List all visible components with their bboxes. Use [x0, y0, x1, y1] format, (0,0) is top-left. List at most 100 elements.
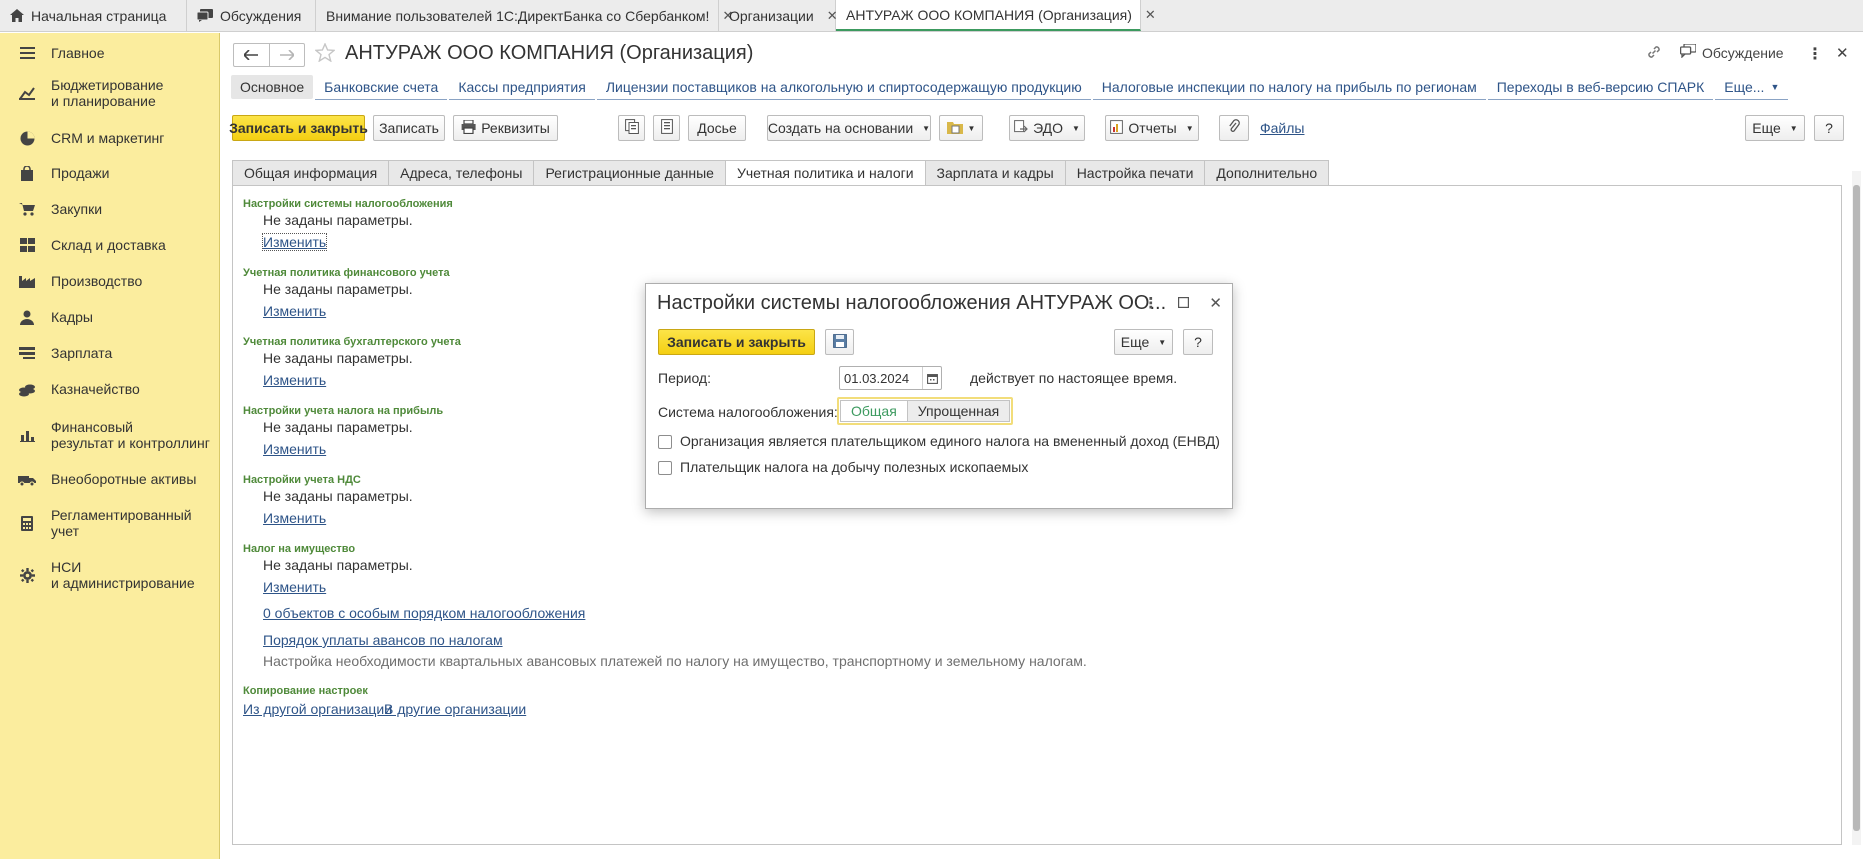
sidebar-item-budgeting[interactable]: Бюджетирование и планирование	[0, 77, 220, 109]
sidebar-item-label: Регламентированный учет	[51, 507, 192, 539]
edo-button[interactable]: ЭДО ▼	[1009, 115, 1085, 141]
tax-option-general[interactable]: Общая	[840, 400, 908, 422]
factory-icon	[18, 272, 36, 290]
favorite-star-icon[interactable]	[314, 42, 336, 65]
navigation-buttons	[233, 43, 305, 67]
sidebar-item-label: Продажи	[51, 165, 110, 181]
sidebar-item-hr[interactable]: Кадры	[0, 307, 220, 327]
tax-option-simplified[interactable]: Упрощенная	[907, 400, 1011, 422]
sections-more-button[interactable]: Еще... ▼	[1715, 75, 1789, 100]
save-button[interactable]: Записать	[373, 115, 445, 141]
save-and-close-button[interactable]: Записать и закрыть	[229, 115, 368, 141]
close-icon[interactable]: ✕	[1145, 7, 1156, 23]
sidebar-item-salary[interactable]: Зарплата	[0, 343, 220, 363]
requisites-button[interactable]: Реквизиты	[453, 115, 558, 141]
period-date-field[interactable]	[839, 366, 942, 390]
special-objects-link[interactable]: 0 объектов с особым порядком налогооблож…	[263, 605, 585, 621]
change-link[interactable]: Изменить	[263, 372, 326, 388]
dialog-save-close-button[interactable]: Записать и закрыть	[658, 329, 815, 355]
sidebar-item-crm[interactable]: CRM и маркетинг	[0, 128, 220, 148]
mining-tax-checkbox-label[interactable]: Плательщик налога на добычу полезных иск…	[680, 459, 1028, 475]
tab-print-settings[interactable]: Настройка печати	[1064, 160, 1205, 186]
sidebar-item-treasury[interactable]: Казначейство	[0, 379, 220, 399]
tab-organizations[interactable]: Организации ✕	[719, 0, 838, 31]
tab-salary-hr[interactable]: Зарплата и кадры	[924, 160, 1065, 186]
envd-checkbox-label[interactable]: Организация является плательщиком единог…	[680, 433, 1220, 449]
more-button[interactable]: Еще ▼	[1745, 115, 1805, 141]
tab-accounting-policy-taxes[interactable]: Учетная политика и налоги	[724, 160, 925, 186]
structure-button[interactable]	[618, 115, 645, 141]
salary-icon	[18, 344, 36, 362]
sidebar-item-purchases[interactable]: Закупки	[0, 199, 220, 219]
dialog-more-button[interactable]: Еще ▼	[1114, 329, 1173, 355]
attach-files-button[interactable]	[1219, 115, 1249, 141]
discussion-button[interactable]: Обсуждение	[1679, 43, 1784, 61]
close-form-icon[interactable]: ✕	[1836, 44, 1849, 62]
copy-to-link[interactable]: В другие организации	[384, 701, 526, 717]
change-link[interactable]: Изменить	[263, 510, 326, 526]
sidebar-item-finance[interactable]: Финансовый результат и контроллинг	[0, 419, 220, 451]
link-icon[interactable]	[1646, 44, 1662, 63]
shopping-bag-icon	[18, 164, 36, 182]
period-input[interactable]	[840, 367, 922, 389]
chat-icon	[197, 9, 213, 22]
tab-additional[interactable]: Дополнительно	[1204, 160, 1330, 186]
reports-button[interactable]: Отчеты ▼	[1105, 115, 1199, 141]
page-title: АНТУРАЖ ООО КОМПАНИЯ (Организация)	[345, 42, 754, 64]
list-button[interactable]	[653, 115, 680, 141]
forward-button[interactable]	[268, 44, 305, 66]
mining-tax-checkbox[interactable]	[658, 461, 672, 475]
section-cash-desks[interactable]: Кассы предприятия	[449, 75, 595, 100]
help-button[interactable]: ?	[1814, 115, 1844, 141]
calendar-icon[interactable]	[922, 367, 941, 389]
change-link[interactable]: Изменить	[263, 303, 326, 319]
sidebar-item-warehouse[interactable]: Склад и доставка	[0, 235, 220, 255]
dialog-save-button[interactable]	[825, 329, 854, 355]
sidebar-item-main[interactable]: Главное	[0, 43, 220, 63]
vertical-scrollbar[interactable]	[1852, 171, 1861, 845]
dossier-button[interactable]: Досье	[688, 115, 746, 141]
section-bank-accounts[interactable]: Банковские счета	[315, 75, 448, 100]
sidebar-item-label: Производство	[51, 273, 143, 289]
change-link[interactable]: Изменить	[263, 579, 326, 595]
dialog-help-button[interactable]: ?	[1183, 329, 1213, 355]
change-link[interactable]: Изменить	[263, 441, 326, 457]
tab-registration-data[interactable]: Регистрационные данные	[533, 160, 725, 186]
sidebar-item-regulated[interactable]: Регламентированный учет	[0, 507, 220, 539]
edo-label: ЭДО	[1033, 120, 1064, 136]
tab-sberbank-notice[interactable]: Внимание пользователей 1С:ДиректБанка со…	[316, 0, 733, 31]
edo-icon	[1014, 120, 1028, 136]
sidebar-item-sales[interactable]: Продажи	[0, 163, 220, 183]
maximize-icon[interactable]	[1178, 296, 1190, 311]
scrollbar-thumb[interactable]	[1853, 185, 1860, 831]
tab-addresses-phones[interactable]: Адреса, телефоны	[388, 160, 534, 186]
envd-checkbox[interactable]	[658, 435, 672, 449]
section-spark[interactable]: Переходы в веб-версию СПАРК	[1487, 75, 1714, 100]
sidebar-item-assets[interactable]: Внеоборотные активы	[0, 469, 220, 489]
tab-discussions[interactable]: Обсуждения	[187, 0, 316, 31]
tab-organization-form[interactable]: АНТУРАЖ ООО КОМПАНИЯ (Организация) ✕	[836, 0, 1156, 31]
tax-system-label: Система налогообложения:	[658, 404, 838, 420]
section-tax-inspections[interactable]: Налоговые инспекции по налогу на прибыль…	[1092, 75, 1486, 100]
copy-from-link[interactable]: Из другой организации	[243, 701, 392, 717]
back-button[interactable]	[234, 44, 269, 66]
dialog-menu-icon[interactable]: ⋮	[1143, 294, 1158, 312]
section-alcohol-licenses[interactable]: Лицензии поставщиков на алкогольную и сп…	[596, 75, 1091, 100]
sidebar-item-label: Склад и доставка	[51, 237, 166, 253]
tab-home[interactable]: Начальная страница	[0, 0, 187, 31]
attachments-dropdown-button[interactable]: ▼	[939, 115, 983, 141]
group-status-text: Не заданы параметры.	[263, 419, 413, 435]
change-link[interactable]: Изменить	[261, 233, 328, 251]
pie-chart-icon	[18, 129, 36, 147]
top-tabs-bar: Начальная страница Обсуждения Внимание п…	[0, 0, 1863, 32]
tab-general-info[interactable]: Общая информация	[232, 160, 389, 186]
advance-payments-link[interactable]: Порядок уплаты авансов по налогам	[263, 632, 503, 648]
create-based-button[interactable]: Создать на основании ▼	[767, 115, 931, 141]
sidebar-item-admin[interactable]: НСИ и администрирование	[0, 559, 220, 591]
files-link[interactable]: Файлы	[1260, 120, 1304, 136]
form-menu-icon[interactable]: ⋮	[1807, 44, 1823, 64]
group-status-text: Не заданы параметры.	[263, 488, 413, 504]
sidebar-item-production[interactable]: Производство	[0, 271, 220, 291]
section-main[interactable]: Основное	[231, 75, 314, 99]
close-icon[interactable]: ✕	[1209, 294, 1222, 312]
